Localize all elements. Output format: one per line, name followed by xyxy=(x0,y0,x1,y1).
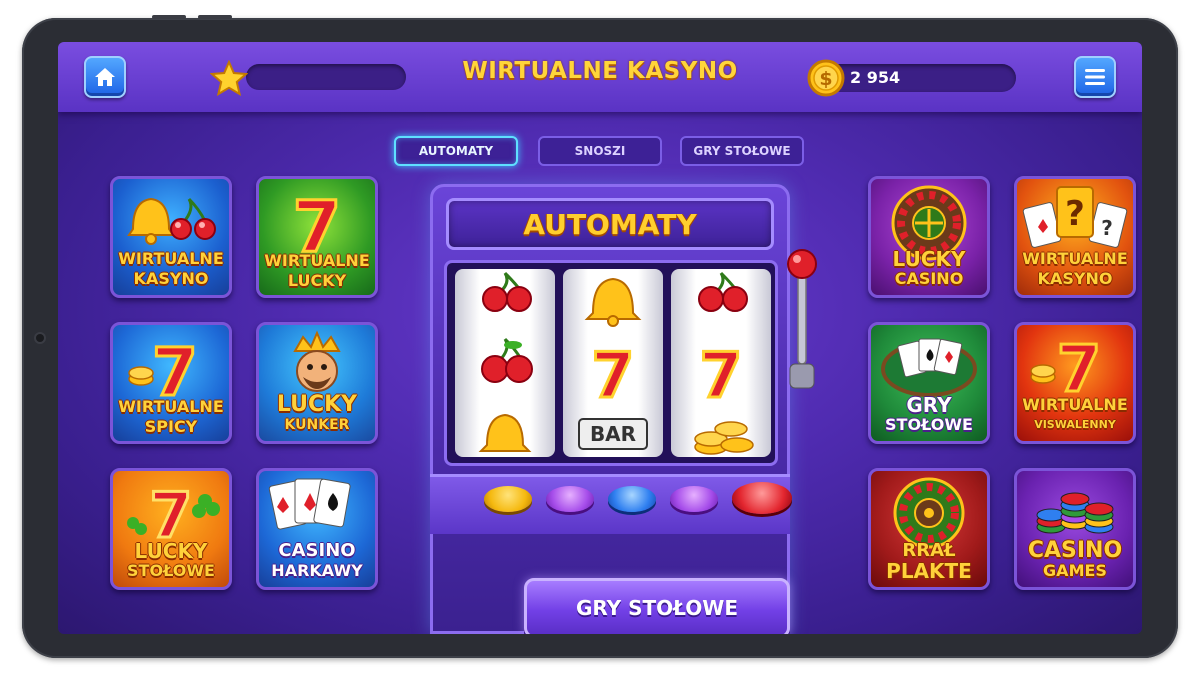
progress-bar xyxy=(246,64,406,90)
seven-icon: 7 xyxy=(699,339,742,412)
tile-title: LUCKY CASINO xyxy=(892,247,966,288)
game-tile-lucky-stolowe[interactable]: 7 LUCKY STOŁOWE xyxy=(110,468,232,590)
game-tile-wirtualne-spicy[interactable]: 7 WIRTUALNE SPICY xyxy=(110,322,232,444)
coin-balance: 2 954 xyxy=(850,68,901,87)
reel-1 xyxy=(455,269,555,457)
star-icon xyxy=(209,59,249,100)
game-tile-wirtualne-kasyno-2[interactable]: ? ? WIRTUALNE KASYNO xyxy=(1014,176,1136,298)
slot-machine-title: AUTOMATY xyxy=(523,208,697,241)
tab-snoszi[interactable]: SNOSZI xyxy=(538,136,662,166)
slot-machine: AUTOMATY 7 BAR 7 GRY STOŁOWE xyxy=(420,184,820,634)
device-button xyxy=(152,15,186,19)
cherries-icon xyxy=(698,271,748,312)
tile-title: WIRTUALNE SPICY xyxy=(118,397,224,436)
spin-button[interactable] xyxy=(732,482,792,514)
tile-title: LUCKY STOŁOWE xyxy=(127,539,215,580)
tile-title: WIRTUALNE KASYNO xyxy=(118,249,224,288)
tile-title: LUCKY KUNKER xyxy=(276,392,358,434)
coins-icon xyxy=(694,421,754,455)
bet-button-purple[interactable] xyxy=(670,486,718,512)
play-button[interactable]: GRY STOŁOWE xyxy=(524,578,790,634)
bet-button-yellow[interactable] xyxy=(484,486,532,512)
home-button[interactable] xyxy=(84,56,126,98)
game-tile-casino-harkawy[interactable]: CASINO HARKAWY xyxy=(256,468,378,590)
tile-title: CASINO GAMES xyxy=(1027,538,1123,581)
tile-title: WIRTUALNE VISWALENNY xyxy=(1022,395,1128,431)
game-tile-casino-games[interactable]: CASINO GAMES xyxy=(1014,468,1136,590)
game-tile-gry-stolowe[interactable]: GRY STOŁOWE xyxy=(868,322,990,444)
game-tile-wirtualne-lucky[interactable]: 7 WIRTUALNE LUCKY xyxy=(256,176,378,298)
top-bar: WIRTUALNE KASYNO $ 2 954 xyxy=(58,42,1142,112)
reel-window: 7 BAR 7 xyxy=(444,260,778,466)
game-tile-lucky-kunker[interactable]: LUCKY KUNKER xyxy=(256,322,378,444)
tile-title: WIRTUALNE LUCKY xyxy=(264,251,370,290)
tile-title: CASINO HARKAWY xyxy=(271,540,363,581)
home-icon xyxy=(95,68,115,86)
svg-text:?: ? xyxy=(1101,216,1113,240)
menu-button[interactable] xyxy=(1074,56,1116,98)
reel-3: 7 xyxy=(671,269,771,457)
tile-title: GRY STOŁOWE xyxy=(885,393,973,434)
bet-button-purple[interactable] xyxy=(546,486,594,512)
device-button xyxy=(198,15,232,19)
slot-lever[interactable] xyxy=(784,246,820,406)
game-tile-wirtualne-viswalenny[interactable]: 7 WIRTUALNE VISWALENNY xyxy=(1014,322,1136,444)
game-tile-lucky-casino[interactable]: LUCKY CASINO xyxy=(868,176,990,298)
bell-icon xyxy=(478,413,532,452)
svg-text:?: ? xyxy=(1065,194,1085,234)
hamburger-menu-icon xyxy=(1085,69,1105,85)
seven-icon: 7 xyxy=(591,339,634,412)
page-title: WIRTUALNE KASYNO xyxy=(462,58,738,84)
tab-automaty[interactable]: AUTOMATY xyxy=(394,136,518,166)
dollar-coin-icon: $ xyxy=(806,58,846,102)
camera-icon xyxy=(36,334,44,342)
game-tile-wirtualne-kasyno[interactable]: WIRTUALNE KASYNO xyxy=(110,176,232,298)
game-screen: WIRTUALNE KASYNO $ 2 954 AUTOMATY SNOSZI… xyxy=(58,42,1142,634)
tab-gry-stolowe[interactable]: GRY STOŁOWE xyxy=(680,136,804,166)
bar-symbol-label: BAR xyxy=(590,422,636,446)
bell-icon xyxy=(584,277,642,327)
bet-button-blue[interactable] xyxy=(608,486,656,512)
cherries-icon xyxy=(481,337,533,383)
tablet-device: WIRTUALNE KASYNO $ 2 954 AUTOMATY SNOSZI… xyxy=(22,15,1178,658)
cherries-icon xyxy=(482,271,532,312)
tile-title: RRAŁ PLAKTE xyxy=(886,540,972,583)
tile-title: WIRTUALNE KASYNO xyxy=(1022,249,1128,288)
reel-2: 7 BAR xyxy=(563,269,663,457)
game-tile-rral-plakte[interactable]: RRAŁ PLAKTE xyxy=(868,468,990,590)
svg-text:$: $ xyxy=(819,68,832,90)
